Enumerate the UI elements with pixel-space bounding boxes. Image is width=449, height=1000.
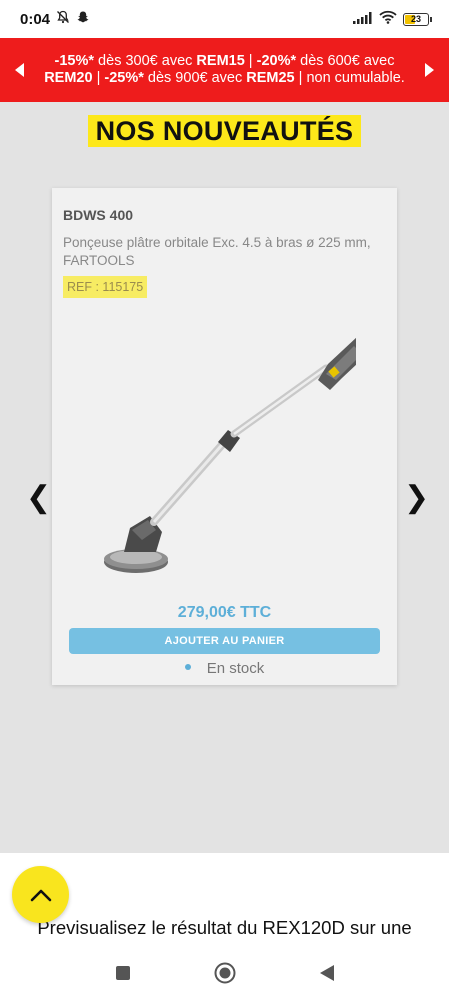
home-circle-icon bbox=[214, 962, 235, 983]
triangle-right-icon bbox=[425, 63, 434, 77]
battery-icon: 23 bbox=[403, 12, 432, 26]
recents-square-icon bbox=[115, 965, 130, 980]
product-ref: REF : 115175 bbox=[63, 276, 148, 298]
chevron-left-icon: ❮ bbox=[26, 481, 52, 514]
snapchat-icon bbox=[76, 10, 90, 28]
promo-banner: -15%* dès 300€ avec REM15 | -20%* dès 60… bbox=[0, 38, 449, 102]
preview-heading: Previsualisez le résultat du REX120D sur… bbox=[37, 917, 412, 938]
promo-prev-arrow[interactable] bbox=[0, 63, 40, 77]
battery-level: 23 bbox=[410, 13, 421, 24]
chevron-up-icon bbox=[30, 889, 51, 901]
mute-bell-icon bbox=[56, 10, 70, 28]
product-price: 279,00€ TTC bbox=[177, 604, 272, 621]
drywall-sander-image[interactable] bbox=[96, 316, 356, 592]
promo-discount-2: -20%* bbox=[256, 52, 297, 69]
product-card[interactable]: BDWS 400 Ponçeuse plâtre orbitale Exc. 4… bbox=[52, 188, 397, 685]
promo-text-2: dès 600€ avec bbox=[296, 52, 395, 69]
section-title: NOS NOUVEAUTÉS bbox=[0, 115, 449, 147]
promo-code-3: REM25 bbox=[246, 70, 295, 86]
chevron-right-icon: ❯ bbox=[404, 481, 430, 514]
status-bar: 0:04 23 bbox=[0, 0, 449, 38]
triangle-left-icon bbox=[15, 63, 24, 77]
section-title-text: NOS NOUVEAUTÉS bbox=[87, 115, 362, 147]
add-to-cart-button[interactable]: AJOUTER AU PANIER bbox=[69, 628, 380, 654]
promo-text-tail: | non cumulable. bbox=[294, 70, 405, 86]
promo-next-arrow[interactable] bbox=[409, 63, 449, 77]
signal-icon bbox=[353, 11, 373, 28]
promo-separator-2: | bbox=[92, 70, 105, 86]
back-triangle-icon bbox=[319, 964, 334, 981]
carousel-next-button[interactable]: ❯ bbox=[404, 480, 429, 515]
scroll-to-top-button[interactable] bbox=[12, 866, 69, 923]
promo-code-2: REM20 bbox=[44, 70, 93, 86]
promo-discount-1: -15%* bbox=[54, 52, 95, 69]
system-nav-bar bbox=[0, 945, 449, 1000]
stock-dot-icon bbox=[184, 664, 191, 671]
promo-code-1: REM15 bbox=[196, 52, 245, 69]
home-button[interactable] bbox=[213, 961, 237, 985]
product-model[interactable]: BDWS 400 bbox=[63, 207, 133, 223]
status-time: 0:04 bbox=[20, 10, 51, 28]
promo-text: -15%* dès 300€ avec REM15 | -20%* dès 60… bbox=[40, 53, 409, 88]
carousel-prev-button[interactable]: ❮ bbox=[26, 480, 51, 515]
recents-button[interactable] bbox=[111, 961, 135, 985]
stock-label: En stock bbox=[206, 660, 265, 677]
promo-discount-3: -25%* bbox=[104, 70, 144, 86]
promo-text-3: dès 900€ avec bbox=[143, 70, 247, 86]
back-button[interactable] bbox=[315, 961, 339, 985]
wifi-icon bbox=[379, 10, 397, 28]
stock-status: En stock bbox=[52, 660, 397, 677]
promo-text-1: dès 300€ avec bbox=[94, 52, 197, 69]
promo-separator-1: | bbox=[244, 52, 257, 69]
product-description[interactable]: Ponçeuse plâtre orbitale Exc. 4.5 à bras… bbox=[63, 234, 373, 270]
